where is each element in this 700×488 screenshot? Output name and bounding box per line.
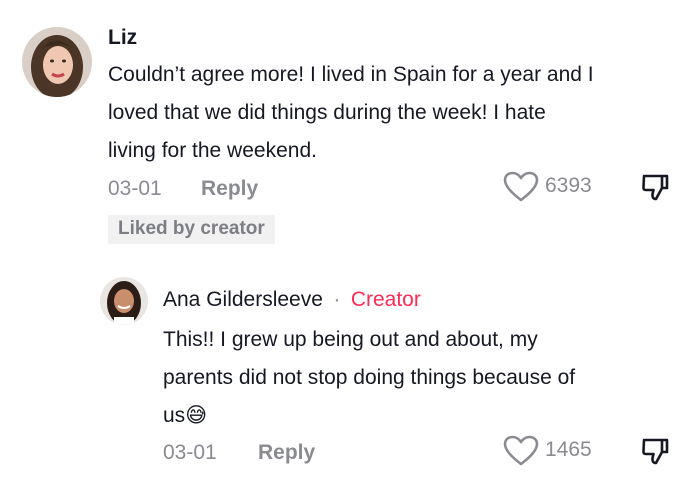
comment-reply-button[interactable]: Reply [201, 177, 258, 201]
avatar-ana-image [100, 277, 148, 325]
reply-like-count: 1465 [545, 438, 592, 461]
reply-separator: · [333, 288, 341, 311]
creator-label: Creator [350, 288, 421, 311]
reply-text-line-3: us😅 [163, 397, 683, 435]
heart-icon [503, 435, 539, 466]
avatar-liz-image [22, 27, 92, 97]
comment-like-count: 6393 [545, 174, 592, 197]
liked-by-creator-badge: Liked by creator [108, 215, 275, 244]
avatar-ana[interactable] [100, 277, 148, 325]
reply-date: 03-01 [163, 441, 217, 464]
comment-author[interactable]: Liz [108, 26, 137, 50]
comment-text-line-2: loved that we did things during the week… [108, 101, 546, 124]
reply-author[interactable]: Ana Gildersleeve [163, 288, 323, 311]
reply-dislike-button[interactable] [640, 436, 674, 470]
sweat-smile-emoji-icon: 😅 [185, 404, 208, 427]
reply-text-line-1: This!! I grew up being out and about, my [163, 328, 538, 351]
reply-text: This!! I grew up being out and about, my… [163, 321, 683, 435]
reply-header: Ana Gildersleeve · Creator [163, 288, 421, 312]
comment-dislike-button[interactable] [640, 172, 674, 206]
comment-like-button[interactable]: 6393 [503, 170, 613, 204]
reply-text-line-3-text: us [163, 404, 186, 427]
comment-date: 03-01 [108, 177, 162, 200]
reply-like-button[interactable]: 1465 [503, 434, 613, 468]
comment-text-line-3: living for the weekend. [108, 139, 317, 162]
comment-text-line-1: Couldn’t agree more! I lived in Spain fo… [108, 63, 594, 86]
heart-icon [503, 171, 539, 202]
thumbs-down-icon [642, 174, 669, 201]
comment-text: Couldn’t agree more! I lived in Spain fo… [108, 56, 688, 170]
reply-text-line-2: parents did not stop doing things becaus… [163, 366, 576, 389]
reply-reply-button[interactable]: Reply [258, 441, 315, 465]
avatar-liz[interactable] [22, 27, 92, 97]
thumbs-down-icon [642, 438, 669, 465]
